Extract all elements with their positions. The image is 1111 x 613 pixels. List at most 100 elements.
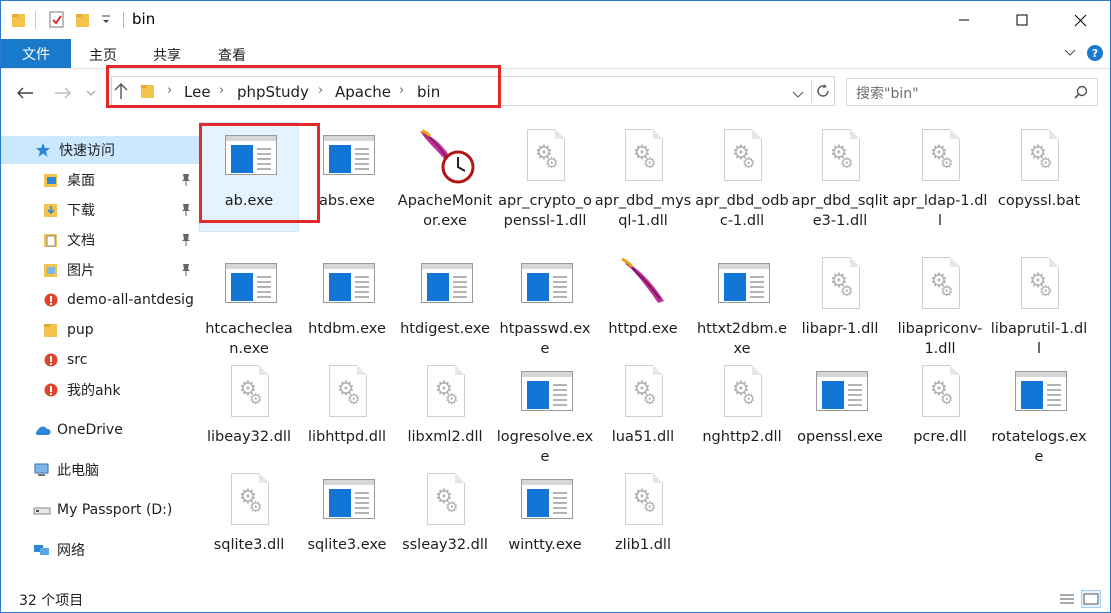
back-button[interactable] (15, 83, 35, 103)
file-name-label: apr_dbd_mysql-1.dll (594, 193, 692, 229)
file-item[interactable]: httpd.exe (594, 251, 692, 359)
close-button[interactable] (1057, 1, 1103, 39)
sidebar-item-pup[interactable]: pup (1, 316, 199, 344)
refresh-button[interactable] (811, 80, 834, 102)
help-icon[interactable]: ? (1087, 45, 1103, 61)
settings-file-icon: ⚙ ⚙ (618, 473, 670, 531)
sidebar-item-label: OneDrive (57, 422, 123, 438)
git-folder-icon (43, 382, 59, 398)
file-item[interactable]: htcacheclean.exe (200, 251, 298, 359)
file-item[interactable]: ⚙ ⚙ pcre.dll (891, 359, 989, 467)
file-item[interactable]: htdbm.exe (298, 251, 396, 359)
sidebar-item-downloads[interactable]: 下载 (1, 196, 199, 224)
settings-file-icon: ⚙ ⚙ (224, 473, 276, 531)
file-item[interactable]: sqlite3.exe (298, 467, 396, 575)
forward-button[interactable] (53, 83, 73, 103)
application-icon (322, 129, 375, 187)
file-item[interactable]: abs.exe (298, 123, 396, 231)
file-item[interactable]: httxt2dbm.exe (693, 251, 791, 359)
chevron-right-icon: › (399, 83, 405, 98)
pin-icon[interactable] (180, 263, 192, 281)
pin-icon[interactable] (180, 173, 192, 191)
application-icon (224, 257, 277, 315)
sidebar-item-demo-all-antdesign[interactable]: demo-all-antdesig (1, 286, 199, 314)
file-item[interactable]: ⚙ ⚙ copyssl.bat (990, 123, 1088, 231)
search-input[interactable]: 搜索"bin" (846, 78, 1098, 106)
file-name-label: lua51.dll (611, 429, 675, 445)
file-item[interactable]: ⚙ ⚙ libapriconv-1.dll (891, 251, 989, 359)
file-item[interactable]: ⚙ ⚙ libhttpd.dll (298, 359, 396, 467)
sidebar-item-this-pc[interactable]: 此电脑 (1, 456, 199, 484)
sidebar-item-my-passport[interactable]: My Passport (D:) (1, 496, 199, 524)
file-item[interactable]: ⚙ ⚙ libapr-1.dll (791, 251, 889, 359)
large-icons-view-icon[interactable] (1081, 590, 1101, 608)
up-button[interactable] (113, 81, 129, 105)
file-item[interactable]: ⚙ ⚙ apr_dbd_odbc-1.dll (693, 123, 791, 231)
file-item[interactable]: ⚙ ⚙ apr_ldap-1.dll (891, 123, 989, 231)
address-bar[interactable]: › Lee › phpStudy › Apache › bin (111, 76, 835, 106)
tab-home[interactable]: 主页 (89, 45, 117, 65)
search-icon[interactable] (1073, 84, 1089, 104)
minimize-button[interactable] (941, 1, 987, 39)
status-bar: 32 个项目 (1, 586, 1110, 612)
file-item[interactable]: htpasswd.exe (496, 251, 594, 359)
address-dropdown-icon[interactable] (792, 87, 804, 103)
file-item[interactable]: htdigest.exe (396, 251, 494, 359)
file-item[interactable]: ⚙ ⚙ zlib1.dll (594, 467, 692, 575)
file-item[interactable]: ⚙ ⚙ apr_dbd_sqlite3-1.dll (791, 123, 889, 231)
application-icon (717, 257, 770, 315)
git-folder-icon (43, 292, 59, 308)
sidebar-item-onedrive[interactable]: OneDrive (1, 416, 199, 444)
file-name-label: abs.exe (319, 193, 375, 209)
file-item[interactable]: ⚙ ⚙ sqlite3.dll (200, 467, 298, 575)
recent-locations-button[interactable] (81, 83, 101, 103)
file-item[interactable]: openssl.exe (791, 359, 889, 467)
sidebar-item-documents[interactable]: 文档 (1, 226, 199, 254)
file-item[interactable]: rotatelogs.exe (990, 359, 1088, 467)
settings-file-icon: ⚙ ⚙ (717, 129, 769, 187)
tab-file[interactable]: 文件 (1, 39, 71, 68)
breadcrumb-lee[interactable]: Lee (184, 83, 211, 101)
sidebar-item-quick-access[interactable]: 快速访问 (1, 136, 199, 164)
file-item[interactable]: wintty.exe (496, 467, 594, 575)
sidebar-item-pictures[interactable]: 图片 (1, 256, 199, 284)
sidebar-item-src[interactable]: src (1, 346, 199, 374)
pin-icon[interactable] (180, 233, 192, 251)
cloud-icon (33, 422, 51, 438)
desktop-folder-icon (43, 172, 59, 188)
file-item[interactable]: ApacheMonitor.exe (396, 123, 494, 231)
window-title: bin (132, 10, 156, 28)
new-folder-icon[interactable] (75, 11, 91, 29)
details-view-icon[interactable] (1057, 590, 1077, 608)
breadcrumb-apache[interactable]: Apache (335, 83, 391, 101)
file-item[interactable]: ⚙ ⚙ libeay32.dll (200, 359, 298, 467)
tab-share[interactable]: 共享 (153, 45, 181, 65)
file-item[interactable]: ⚙ ⚙ nghttp2.dll (693, 359, 791, 467)
sidebar-item-my-ahk[interactable]: 我的ahk (1, 376, 199, 404)
sidebar-item-network[interactable]: 网络 (1, 536, 199, 564)
maximize-button[interactable] (999, 1, 1045, 39)
file-item[interactable]: logresolve.exe (496, 359, 594, 467)
breadcrumb-phpstudy[interactable]: phpStudy (237, 83, 309, 101)
file-item[interactable]: ⚙ ⚙ apr_dbd_mysql-1.dll (594, 123, 692, 231)
properties-icon[interactable] (49, 11, 65, 29)
sidebar-item-desktop[interactable]: 桌面 (1, 166, 199, 194)
breadcrumb-bin[interactable]: bin (417, 83, 440, 101)
file-item[interactable]: ⚙ ⚙ lua51.dll (594, 359, 692, 467)
network-icon (33, 542, 49, 558)
customize-qa-icon[interactable] (101, 13, 111, 31)
file-item[interactable]: ⚙ ⚙ ssleay32.dll (396, 467, 494, 575)
tab-view[interactable]: 查看 (218, 45, 246, 65)
explorer-window: bin 文件 主页 共享 查看 ? › Lee › phpStudy › Apa… (0, 0, 1111, 613)
sidebar-item-label: 文档 (67, 233, 95, 249)
file-item[interactable]: ⚙ ⚙ libaprutil-1.dll (990, 251, 1088, 359)
file-item[interactable]: ⚙ ⚙ apr_crypto_openssl-1.dll (496, 123, 594, 231)
file-item[interactable]: ⚙ ⚙ libxml2.dll (396, 359, 494, 467)
pin-icon[interactable] (180, 203, 192, 221)
application-icon (322, 473, 375, 531)
sidebar-item-label: My Passport (D:) (57, 502, 173, 518)
file-name-label: ab.exe (224, 193, 274, 209)
file-item[interactable]: ab.exe (199, 122, 299, 232)
file-name-label: htdbm.exe (308, 321, 386, 337)
expand-ribbon-icon[interactable] (1062, 45, 1078, 61)
